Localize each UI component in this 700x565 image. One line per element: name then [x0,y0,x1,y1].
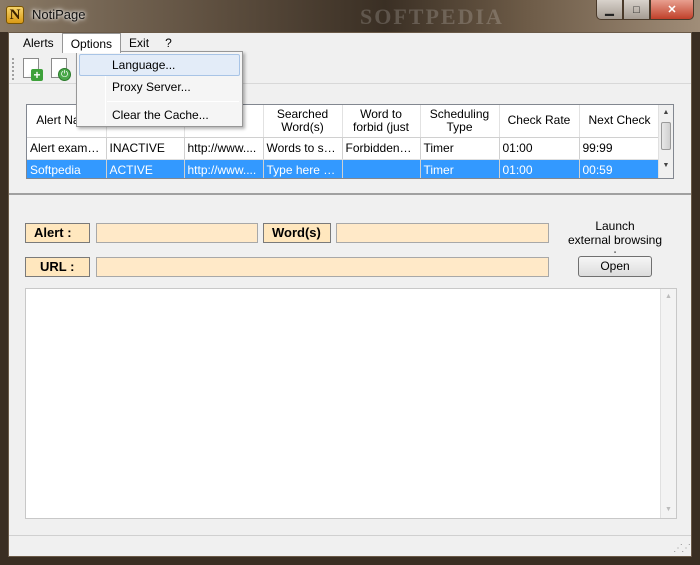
table-cell[interactable]: Timer [420,159,500,178]
url-label: URL : [25,257,90,277]
table-cell[interactable]: Softpedia [27,159,107,178]
table-cell[interactable]: Type here th... [263,159,343,178]
menu-alerts[interactable]: Alerts [15,33,62,53]
launch-text-line1: Launch [595,219,635,233]
app-icon[interactable]: N [6,6,24,24]
table-cell[interactable]: Timer [420,137,500,160]
menu-options[interactable]: Options [61,33,122,53]
table-cell[interactable]: INACTIVE [106,137,185,160]
table-row[interactable]: Alert example INACTIVE http://www.... Wo… [27,137,661,160]
table-cell[interactable]: 01:00 [499,137,580,160]
grid-scrollbar[interactable]: ▲ ▼ [658,105,673,178]
column-header[interactable]: Check Rate [499,105,580,138]
menu-item-clear-cache[interactable]: Clear the Cache... [79,104,240,126]
menu-exit[interactable]: Exit [121,33,157,53]
menu-item-proxy-server[interactable]: Proxy Server... [79,76,240,98]
url-field[interactable] [96,257,549,277]
column-header[interactable]: Word to forbid (just [342,105,421,138]
toolbar-grip[interactable] [12,58,15,80]
open-button[interactable]: Open [578,256,652,277]
window-controls: ▁ □ ✕ [596,0,694,21]
column-header[interactable]: Searched Word(s) [263,105,343,138]
scroll-down-icon[interactable]: ▼ [659,158,673,173]
resize-grip-icon[interactable]: ⋰⋰ [673,543,691,554]
table-cell[interactable]: ACTIVE [106,159,185,178]
menu-help[interactable]: ? [157,33,180,53]
words-label: Word(s) [263,223,331,243]
table-cell[interactable]: http://www.... [184,137,264,160]
plus-icon: + [31,69,43,81]
scroll-up-icon[interactable]: ▲ [661,289,676,305]
column-header[interactable]: Next Check [579,105,661,138]
minimize-button[interactable]: ▁ [596,0,623,20]
table-cell[interactable]: ForbiddenW... [342,137,421,160]
table-cell[interactable]: http://www.... [184,159,264,178]
menu-separator [107,101,239,102]
table-row-selected[interactable]: Softpedia ACTIVE http://www.... Type her… [27,159,661,178]
status-bar: ⋰⋰ [9,535,691,556]
table-cell[interactable] [342,159,421,178]
scroll-down-icon[interactable]: ▼ [661,502,676,518]
activate-alert-button[interactable]: ⏻ [49,57,71,81]
table-cell[interactable]: Words to se... [263,137,343,160]
alert-name-field[interactable] [96,223,258,243]
scroll-thumb[interactable] [661,122,671,150]
watermark: SOFTPEDIA [360,4,504,29]
column-header[interactable]: Scheduling Type [420,105,500,138]
table-cell[interactable]: 01:00 [499,159,580,178]
preview-scrollbar[interactable]: ▲ ▼ [660,289,676,518]
web-preview-pane[interactable]: ▲ ▼ [25,288,677,519]
words-field[interactable] [336,223,549,243]
power-icon: ⏻ [58,68,71,81]
launch-external-label: Launch external browsing : [565,219,665,261]
table-cell[interactable]: 00:59 [579,159,661,178]
menu-bar: Alerts Options Exit ? [9,33,691,53]
scroll-up-icon[interactable]: ▲ [659,105,673,120]
title-bar: SOFTPEDIA N NotiPage ▁ □ ✕ [0,0,700,32]
close-button[interactable]: ✕ [650,0,694,20]
options-dropdown-menu: Language... Proxy Server... Clear the Ca… [76,51,243,127]
table-cell[interactable]: 99:99 [579,137,661,160]
menu-item-language[interactable]: Language... [79,54,240,76]
new-alert-button[interactable]: + [21,57,43,81]
maximize-button[interactable]: □ [623,0,650,20]
alert-label: Alert : [25,223,90,243]
table-cell[interactable]: Alert example [27,137,107,160]
window-title: NotiPage [32,7,86,22]
